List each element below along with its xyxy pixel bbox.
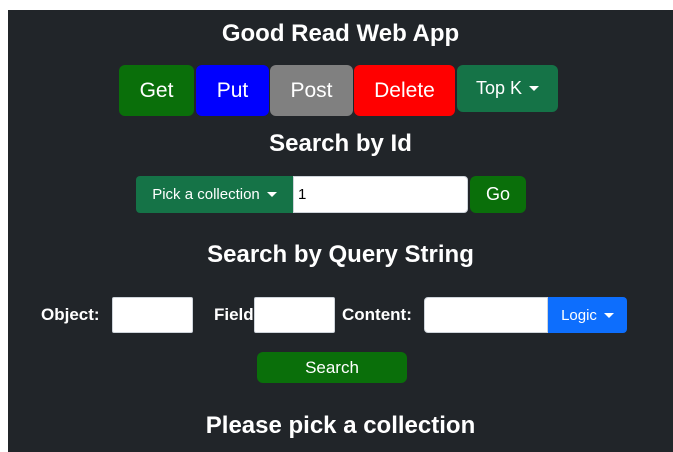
caret-down-icon <box>266 192 277 197</box>
status-message: Please pick a collection <box>205 412 476 439</box>
content-label: Content: <box>342 305 412 324</box>
top-k-label: Top K <box>475 78 523 98</box>
content-input[interactable] <box>424 297 548 333</box>
caret-down-icon <box>529 86 540 91</box>
delete-button[interactable]: Delete <box>354 65 455 116</box>
object-input[interactable] <box>112 297 193 333</box>
page-title: Good Read Web App <box>221 20 460 47</box>
top-k-dropdown[interactable]: Top K <box>457 65 558 112</box>
collection-dropdown[interactable]: Pick a collection <box>136 176 293 213</box>
app-container: Good Read Web App Get Put Post Delete To… <box>8 10 673 452</box>
caret-down-icon <box>603 312 614 318</box>
query-search-heading: Search by Query String <box>207 241 474 268</box>
object-label: Object: <box>41 305 100 324</box>
search-button[interactable]: Search <box>257 352 407 383</box>
field-input[interactable] <box>254 297 335 333</box>
field-label: Field: <box>214 305 260 324</box>
go-button[interactable]: Go <box>470 176 526 213</box>
get-button[interactable]: Get <box>119 65 194 116</box>
search-by-id-heading: Search by Id <box>269 130 412 157</box>
id-input[interactable] <box>293 176 468 213</box>
collection-dropdown-label: Pick a collection <box>152 186 260 203</box>
post-button[interactable]: Post <box>270 65 353 116</box>
logic-dropdown-label: Logic <box>561 306 597 324</box>
put-button[interactable]: Put <box>196 65 269 116</box>
logic-dropdown[interactable]: Logic <box>548 297 627 333</box>
